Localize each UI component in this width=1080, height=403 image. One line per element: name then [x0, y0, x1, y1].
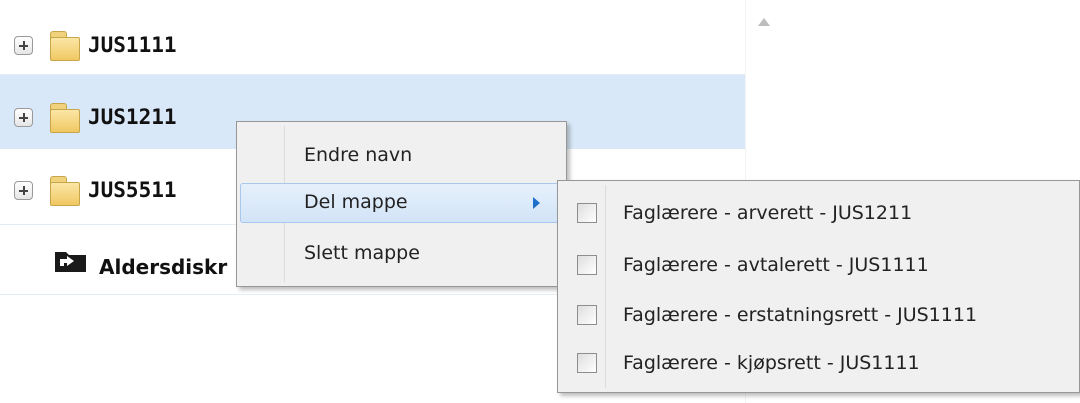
share-checkbox[interactable]: [577, 203, 597, 223]
share-checkbox[interactable]: [577, 305, 597, 325]
share-option-label: Faglærere - avtalerett - JUS1111: [623, 254, 929, 276]
folder-label: JUS1211: [88, 105, 177, 129]
share-option-label: Faglærere - kjøpsrett - JUS1111: [623, 352, 920, 374]
menu-item-rename[interactable]: Endre navn: [240, 136, 563, 176]
menu-item-label: Endre navn: [304, 144, 413, 166]
share-option-label: Faglærere - arverett - JUS1211: [623, 202, 913, 224]
share-checkbox[interactable]: [577, 255, 597, 275]
expand-icon[interactable]: [14, 108, 33, 127]
share-submenu: Faglærere - arverett - JUS1211 Faglærere…: [557, 180, 1080, 393]
expand-icon[interactable]: [14, 36, 33, 55]
scroll-up-icon[interactable]: [758, 18, 770, 26]
share-option[interactable]: Faglærere - erstatningsrett - JUS1111: [561, 293, 1076, 339]
menu-item-label: Del mappe: [304, 191, 408, 213]
share-checkbox[interactable]: [577, 353, 597, 373]
menu-item-delete-folder[interactable]: Slett mappe: [240, 234, 563, 274]
share-option[interactable]: Faglærere - kjøpsrett - JUS1111: [561, 341, 1076, 387]
folder-label: JUS1111: [88, 33, 177, 57]
expand-icon[interactable]: [14, 181, 33, 200]
folder-icon: [40, 176, 80, 206]
folder-context-menu: Endre navn Del mappe Slett mappe: [236, 121, 567, 287]
shared-folder-label: Aldersdiskr: [99, 255, 228, 279]
submenu-arrow-icon: [533, 197, 540, 209]
share-option[interactable]: Faglærere - arverett - JUS1211: [561, 191, 1076, 237]
folder-icon: [40, 103, 80, 133]
share-option-label: Faglærere - erstatningsrett - JUS1111: [623, 304, 978, 326]
tree-row-jus1111[interactable]: JUS1111: [0, 0, 745, 75]
menu-item-label: Slett mappe: [304, 242, 420, 264]
folder-icon: [40, 31, 80, 61]
menu-item-share-folder[interactable]: Del mappe: [240, 183, 563, 223]
share-option[interactable]: Faglærere - avtalerett - JUS1111: [561, 243, 1076, 289]
shared-folder-icon: [55, 252, 86, 272]
folder-label: JUS5511: [88, 178, 177, 202]
